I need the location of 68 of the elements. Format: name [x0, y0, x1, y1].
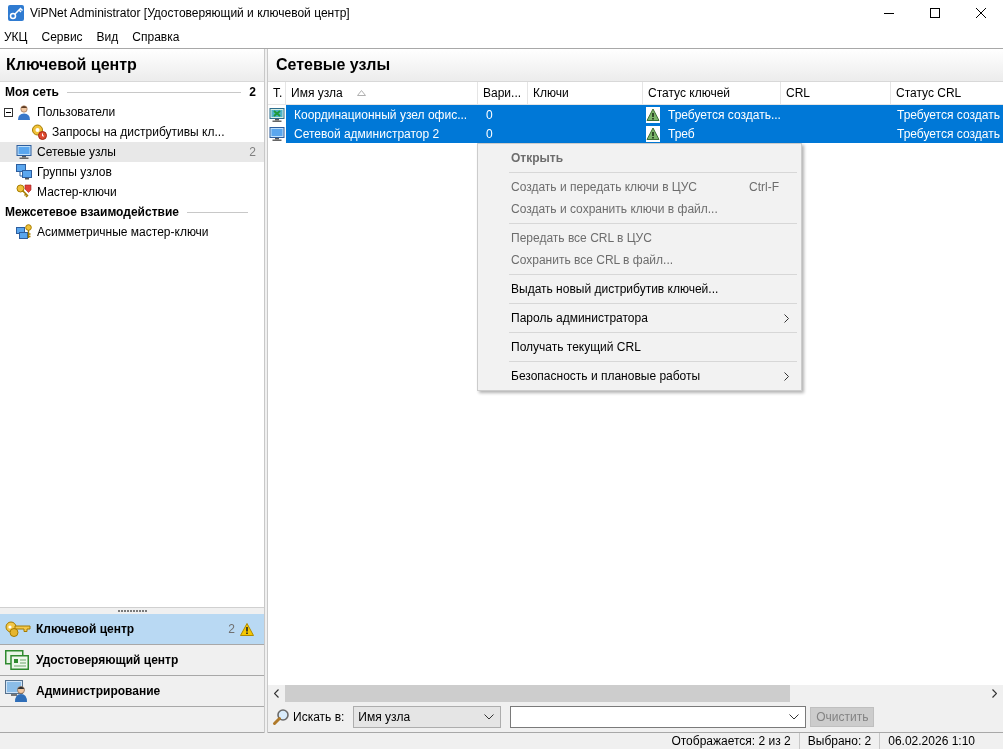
monitors-icon	[16, 164, 32, 180]
menu-item[interactable]: Получать текущий CRL	[478, 336, 801, 358]
menu-item[interactable]: Вид	[89, 27, 126, 47]
column-header[interactable]: Т.	[268, 82, 286, 104]
section-count: 2	[249, 85, 256, 99]
certificate-icon	[5, 650, 29, 670]
section-heading: Моя сеть	[5, 85, 59, 99]
nav-button[interactable]: Ключевой центр 2	[0, 614, 264, 645]
search-field[interactable]	[510, 706, 807, 728]
table-cell: 0	[486, 126, 493, 141]
maximize-icon	[930, 8, 940, 18]
column-header[interactable]: Ключи	[528, 82, 643, 104]
arrow-left-icon[interactable]	[274, 689, 279, 698]
section-heading: Межсетевое взаимодействие	[5, 205, 179, 219]
panel-title: Сетевые узлы	[276, 56, 391, 74]
person-icon	[16, 104, 32, 120]
close-icon	[976, 8, 986, 18]
item-count: 2	[249, 145, 257, 159]
table-row[interactable]: Сетевой администратор 2 0 Треб Требуется создать	[268, 124, 1003, 143]
monitor-icon	[16, 144, 32, 160]
column-header[interactable]: Статус CRL	[891, 82, 1003, 104]
column-header[interactable]: Вари...	[478, 82, 528, 104]
menu-item[interactable]: УКЦ	[0, 27, 35, 47]
minimize-icon	[884, 12, 894, 14]
menu-item[interactable]: Выдать новый дистрибутив ключей...	[478, 278, 801, 300]
panel-title: Ключевой центр	[6, 56, 137, 74]
nav-button[interactable]: Удостоверяющий центр	[0, 645, 264, 676]
status-text: 06.02.2026 1:10	[879, 733, 983, 749]
arrow-right-icon[interactable]	[992, 689, 997, 698]
column-header[interactable]: Статус ключей	[643, 82, 781, 104]
chevron-down-icon	[484, 714, 495, 720]
key-tag-icon	[16, 184, 32, 200]
menu-item[interactable]: Безопасность и плановые работы	[478, 365, 801, 387]
monitor-person-icon	[5, 680, 29, 702]
table-cell: Сетевой администратор 2	[294, 126, 440, 141]
search-scope-dropdown[interactable]: Имя узла	[353, 706, 502, 728]
window-title: ViPNet Administrator [Удостоверяющий и ключевой центр]	[30, 6, 351, 20]
table-cell: Требуется создать...	[668, 107, 781, 122]
table-cell: Требуется создать	[897, 126, 1000, 141]
table-row[interactable]: Координационный узел офис... 0 Требуется создать... Требуется создать	[268, 105, 1003, 124]
search-icon	[272, 708, 290, 726]
shortcut-text: Ctrl-F	[749, 180, 779, 194]
search-label: Искать в:	[293, 710, 345, 724]
scrollbar-thumb[interactable]	[285, 685, 790, 702]
monitor-icon	[269, 125, 285, 142]
scrollbar[interactable]	[268, 685, 1003, 702]
tree-item[interactable]: Сетевые узлы 2	[0, 142, 264, 162]
table-cell: 0	[486, 107, 493, 122]
menu-item[interactable]: Справка	[125, 27, 187, 47]
sort-arrow-icon	[356, 90, 366, 96]
column-header[interactable]: CRL	[781, 82, 891, 104]
column-header[interactable]: Имя узла	[286, 82, 478, 104]
menu-item[interactable]: Сервис	[34, 27, 90, 47]
chevron-down-icon	[789, 714, 800, 720]
item-count: 2	[228, 622, 235, 636]
monitor-x-icon	[269, 106, 285, 123]
nav-button[interactable]: Администрирование	[0, 676, 264, 707]
table-cell: Координационный узел офис...	[294, 107, 468, 122]
menu-item[interactable]: Пароль администратора	[478, 307, 801, 329]
collapse-icon[interactable]	[4, 107, 13, 117]
monitors-key-icon	[16, 224, 32, 240]
status-text: Отображается: 2 из 2	[670, 733, 792, 749]
table-cell: Треб	[668, 126, 695, 141]
table-cell: Требуется создать	[897, 107, 1000, 122]
key-tile-icon	[8, 5, 24, 21]
keys-seal-icon	[31, 124, 47, 140]
keys-icon	[5, 620, 31, 638]
status-text: Выбрано: 2	[798, 733, 880, 749]
